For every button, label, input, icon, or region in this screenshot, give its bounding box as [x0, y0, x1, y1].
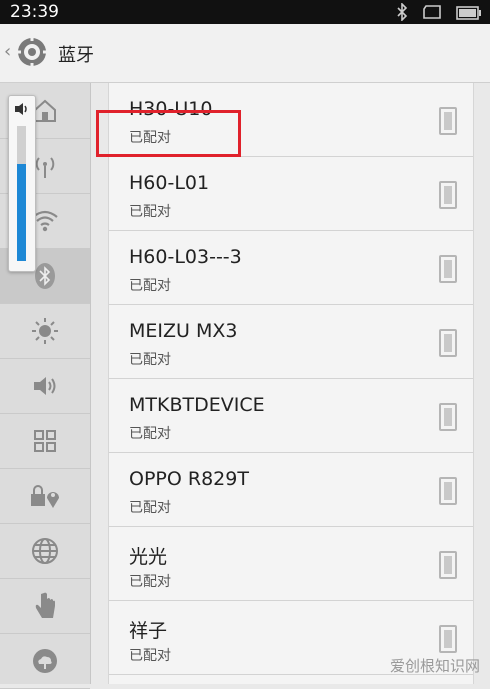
device-settings-icon[interactable] [439, 107, 457, 135]
device-name: H60-L01 [129, 172, 210, 194]
volume-slider[interactable] [8, 95, 36, 272]
page-title: 蓝牙 [58, 45, 94, 66]
grid-icon [34, 429, 56, 452]
device-status: 已配对 [129, 278, 171, 294]
device-settings-icon[interactable] [439, 329, 457, 357]
sidebar-item-gesture[interactable] [0, 578, 90, 634]
device-name: 光光 [129, 546, 168, 568]
device-row[interactable]: MEIZU MX3 已配对 [109, 305, 473, 379]
device-status: 已配对 [129, 574, 171, 590]
device-name: MTKBTDEVICE [129, 394, 265, 416]
device-status: 已配对 [129, 352, 171, 368]
window-status-icon [422, 4, 442, 24]
sidebar-item-cloud[interactable] [0, 633, 90, 689]
device-status: 已配对 [129, 500, 171, 516]
volume-level-fill [17, 163, 26, 261]
sidebar-item-privacy[interactable] [0, 468, 90, 524]
device-name: 祥子 [129, 620, 168, 642]
device-settings-icon[interactable] [439, 181, 457, 209]
watermark: 爱创根知识网 [389, 657, 480, 675]
device-settings-icon[interactable] [439, 625, 457, 653]
battery-icon [456, 5, 482, 24]
device-row[interactable]: OPPO R829T 已配对 [109, 453, 473, 527]
bluetooth-status-icon [396, 2, 408, 25]
brightness-icon [32, 317, 58, 344]
device-status: 已配对 [129, 648, 171, 664]
device-name: MEIZU MX3 [129, 320, 238, 342]
back-icon[interactable]: ‹ [4, 41, 11, 62]
sidebar-item-brightness[interactable] [0, 303, 90, 359]
globe-icon [32, 537, 58, 564]
sidebar-item-globe[interactable] [0, 523, 90, 579]
device-status: 已配对 [129, 426, 171, 442]
volume-icon [34, 376, 56, 395]
device-status: 已配对 [129, 204, 171, 220]
device-name: H60-L03---3 [129, 246, 242, 268]
status-bar: 23:39 [0, 0, 490, 24]
lock-location-icon [31, 484, 59, 508]
clock: 23:39 [10, 2, 59, 22]
settings-gear-icon[interactable] [16, 36, 48, 68]
action-bar: ‹ 蓝牙 [0, 24, 490, 83]
device-row[interactable]: H60-L03---3 已配对 [109, 231, 473, 305]
volume-track[interactable] [17, 126, 26, 261]
device-settings-icon[interactable] [439, 477, 457, 505]
sidebar-item-apps[interactable] [0, 413, 90, 469]
device-row[interactable]: MTKBTDEVICE 已配对 [109, 379, 473, 453]
speaker-icon [15, 103, 27, 115]
bluetooth-icon [35, 262, 55, 289]
highlight-box [96, 110, 241, 157]
device-name: OPPO R829T [129, 468, 249, 490]
paired-device-list: H30-U10 已配对 H60-L01 已配对 H60-L03---3 已配对 MEIZU … [108, 83, 474, 684]
device-settings-icon[interactable] [439, 255, 457, 283]
device-settings-icon[interactable] [439, 551, 457, 579]
device-settings-icon[interactable] [439, 403, 457, 431]
device-row[interactable]: H60-L01 已配对 [109, 157, 473, 231]
sidebar-item-volume[interactable] [0, 358, 90, 414]
cloud-icon [33, 648, 57, 673]
device-row[interactable]: 光光 已配对 [109, 527, 473, 601]
status-icons [396, 2, 482, 25]
hand-icon [35, 592, 55, 618]
